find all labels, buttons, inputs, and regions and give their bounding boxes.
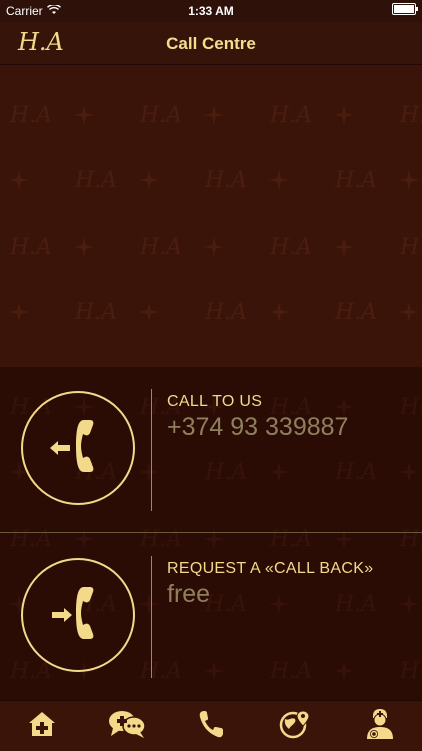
tab-chat[interactable]	[97, 703, 157, 749]
tab-profile[interactable]	[350, 703, 410, 749]
status-time: 1:33 AM	[188, 4, 234, 18]
phone-outgoing-icon	[48, 414, 108, 483]
tab-bar	[0, 700, 422, 751]
doctor-settings-icon	[365, 708, 395, 745]
monogram-pattern: H.A H.A	[0, 65, 422, 367]
phone-icon	[197, 709, 225, 744]
home-medical-icon	[27, 710, 57, 743]
status-bar: Carrier 1:33 AM	[0, 0, 422, 22]
tab-phone[interactable]	[181, 703, 241, 749]
status-right	[392, 3, 418, 15]
call-to-us-title: CALL TO US	[167, 393, 263, 410]
call-back-row[interactable]: REQUEST A «CALL BACK» free	[0, 534, 422, 700]
battery-icon	[392, 3, 418, 15]
nav-bar: H.A Call Centre	[0, 22, 422, 65]
call-back-title: REQUEST A «CALL BACK»	[167, 560, 374, 577]
tab-home[interactable]	[12, 703, 72, 749]
page-title: Call Centre	[166, 34, 256, 53]
call-back-price: free	[167, 580, 211, 608]
call-to-us-row[interactable]: CALL TO US +374 93 339887	[0, 367, 422, 533]
call-back-button[interactable]	[21, 558, 135, 672]
contact-area: H.A H.A CALL TO US +374 93 339887	[0, 367, 422, 700]
call-button[interactable]	[21, 391, 135, 505]
phone-number[interactable]: +374 93 339887	[167, 413, 348, 442]
chat-medical-icon	[107, 709, 147, 744]
divider	[0, 532, 422, 533]
globe-location-icon	[279, 709, 311, 744]
row-separator	[151, 556, 152, 678]
hero-banner: H.A H.A	[0, 65, 422, 367]
phone-incoming-icon	[48, 581, 108, 650]
tab-map[interactable]	[265, 703, 325, 749]
row-separator	[151, 389, 152, 511]
